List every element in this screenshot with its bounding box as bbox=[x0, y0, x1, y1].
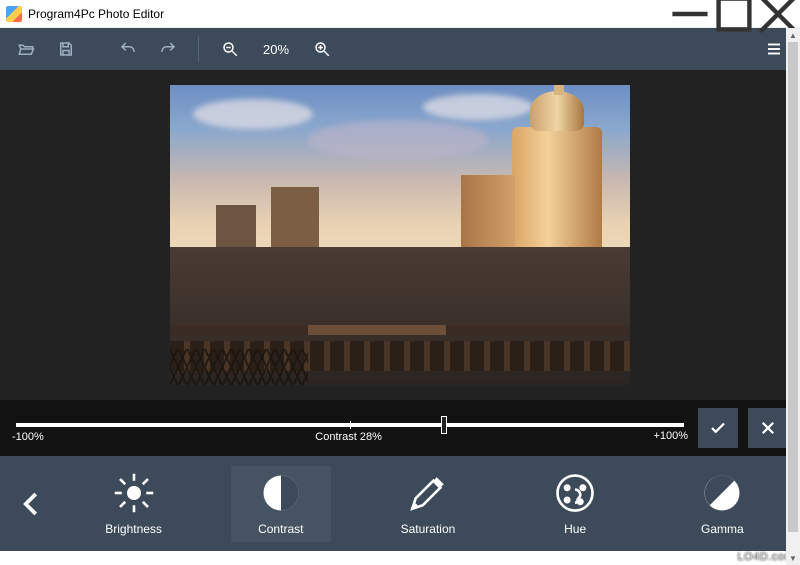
undo-icon bbox=[119, 40, 137, 58]
window-title: Program4Pc Photo Editor bbox=[28, 7, 164, 21]
minimize-button[interactable] bbox=[668, 0, 712, 28]
maximize-icon bbox=[712, 0, 756, 36]
adjust-label: Contrast bbox=[258, 522, 303, 536]
adjust-hue[interactable]: Hue bbox=[525, 466, 625, 542]
slider-max-label: +100% bbox=[653, 431, 688, 443]
hue-icon bbox=[554, 472, 596, 514]
cancel-button[interactable] bbox=[748, 408, 788, 448]
back-button[interactable] bbox=[4, 456, 60, 551]
undo-button[interactable] bbox=[112, 33, 144, 65]
adjust-label: Brightness bbox=[105, 522, 162, 536]
window-titlebar: Program4Pc Photo Editor bbox=[0, 0, 800, 28]
adjustments-bar: Brightness Contrast Saturation Hue Gamma bbox=[0, 456, 800, 551]
minimize-icon bbox=[668, 0, 712, 36]
toolbar-divider bbox=[198, 36, 199, 62]
zoom-level-label: 20% bbox=[263, 42, 289, 57]
adjust-brightness[interactable]: Brightness bbox=[84, 466, 184, 542]
save-icon bbox=[57, 40, 75, 58]
menu-icon bbox=[765, 40, 783, 58]
slider-value-label: Contrast 28% bbox=[44, 431, 654, 443]
zoom-out-button[interactable] bbox=[213, 33, 247, 65]
zoom-in-button[interactable] bbox=[305, 33, 339, 65]
zoom-out-icon bbox=[221, 40, 239, 58]
saturation-icon bbox=[407, 472, 449, 514]
adjust-contrast[interactable]: Contrast bbox=[231, 466, 331, 542]
zoom-in-icon bbox=[313, 40, 331, 58]
maximize-button[interactable] bbox=[712, 0, 756, 28]
canvas-area[interactable] bbox=[0, 70, 800, 400]
folder-open-icon bbox=[17, 40, 35, 58]
adjust-label: Hue bbox=[564, 522, 586, 536]
contrast-slider[interactable] bbox=[12, 413, 688, 427]
contrast-icon bbox=[260, 472, 302, 514]
check-icon bbox=[709, 419, 727, 437]
adjust-label: Gamma bbox=[701, 522, 744, 536]
chevron-left-icon bbox=[17, 489, 47, 519]
gamma-icon bbox=[701, 472, 743, 514]
adjust-label: Saturation bbox=[401, 522, 456, 536]
app-icon bbox=[6, 6, 22, 22]
adjust-gamma[interactable]: Gamma bbox=[672, 466, 772, 542]
save-button[interactable] bbox=[50, 33, 82, 65]
vertical-scrollbar[interactable]: ▲ ▼ bbox=[786, 28, 800, 565]
redo-button[interactable] bbox=[152, 33, 184, 65]
redo-icon bbox=[159, 40, 177, 58]
x-icon bbox=[759, 419, 777, 437]
close-button[interactable] bbox=[756, 0, 800, 28]
slider-min-label: -100% bbox=[12, 431, 44, 443]
adjustment-slider-row: -100% Contrast 28% +100% bbox=[0, 400, 800, 456]
photo-preview bbox=[170, 85, 630, 385]
open-button[interactable] bbox=[10, 33, 42, 65]
adjust-saturation[interactable]: Saturation bbox=[378, 466, 478, 542]
apply-button[interactable] bbox=[698, 408, 738, 448]
brightness-icon bbox=[113, 472, 155, 514]
